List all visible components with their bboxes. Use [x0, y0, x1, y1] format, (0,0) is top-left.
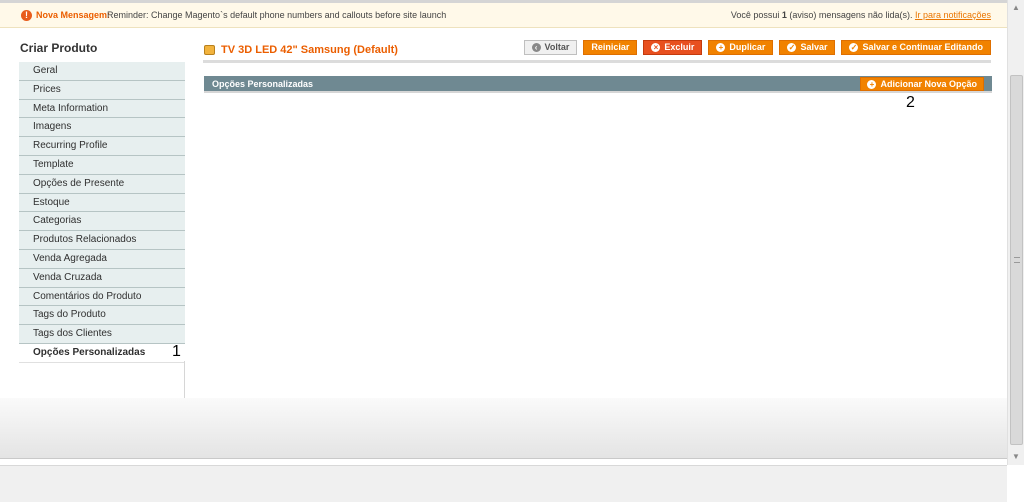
sidebar-item-tags-produto[interactable]: Tags do Produto	[19, 306, 185, 326]
footer-divider	[0, 458, 1007, 465]
sidebar-divider	[184, 361, 185, 399]
sidebar-item-opcoes-personalizadas[interactable]: Opções Personalizadas	[19, 343, 185, 363]
product-tabs-sidebar: Geral Prices Meta Information Imagens Re…	[19, 62, 185, 363]
custom-options-section-header: Opções Personalizadas + Adicionar Nova Op…	[204, 76, 992, 93]
header-divider	[203, 60, 991, 63]
sidebar-item-prices[interactable]: Prices	[19, 80, 185, 100]
save-button[interactable]: ✓ Salvar	[779, 40, 836, 55]
back-arrow-icon: ‹	[531, 43, 541, 52]
sidebar-item-recurring-profile[interactable]: Recurring Profile	[19, 137, 185, 156]
delete-button[interactable]: × Excluir	[643, 40, 703, 55]
annotation-marker-2: 2	[906, 94, 915, 111]
sidebar-item-categorias[interactable]: Categorias	[19, 212, 185, 232]
bottom-frame	[0, 465, 1007, 502]
alert-icon: !	[21, 10, 32, 21]
sidebar-item-comentarios[interactable]: Comentários do Produto	[19, 287, 185, 307]
delete-icon: ×	[651, 43, 661, 52]
save-button-label: Salvar	[800, 42, 828, 52]
sidebar-item-estoque[interactable]: Estoque	[19, 193, 185, 213]
notifications-link[interactable]: Ir para notificações	[915, 10, 991, 20]
sidebar-item-venda-agregada[interactable]: Venda Agregada	[19, 249, 185, 269]
vertical-scrollbar[interactable]: ▲ ▼	[1007, 0, 1024, 465]
reset-button-label: Reiniciar	[591, 42, 630, 52]
plus-icon: +	[867, 79, 877, 89]
sidebar-item-template[interactable]: Template	[19, 155, 185, 175]
duplicate-button-label: Duplicar	[729, 42, 766, 52]
check-icon: ✓	[787, 43, 797, 52]
section-title: Opções Personalizadas	[212, 79, 314, 89]
sidebar-item-venda-cruzada[interactable]: Venda Cruzada	[19, 268, 185, 288]
sidebar-item-geral[interactable]: Geral	[19, 62, 185, 81]
plus-icon: +	[716, 43, 726, 52]
notice-summary-suffix: (aviso) mensagens não lida(s).	[786, 10, 915, 20]
sidebar-item-opcoes-presente[interactable]: Opções de Presente	[19, 174, 185, 194]
check-icon: ✓	[849, 43, 859, 52]
sidebar-item-imagens[interactable]: Imagens	[19, 118, 185, 138]
notice-summary: Você possui 1 (aviso) mensagens não lida…	[731, 10, 991, 20]
notice-message: Reminder: Change Magento`s default phone…	[107, 10, 447, 20]
reset-button[interactable]: Reiniciar	[583, 40, 638, 55]
sidebar-title: Criar Produto	[20, 41, 98, 55]
annotation-marker-1: 1	[172, 343, 181, 360]
sidebar-item-produtos-relacionados[interactable]: Produtos Relacionados	[19, 231, 185, 250]
action-toolbar: ‹ Voltar Reiniciar × Excluir + Duplicar ✓ Sa…	[523, 40, 991, 55]
add-new-option-button[interactable]: + Adicionar Nova Opção	[860, 77, 984, 91]
page-footer	[0, 398, 1007, 458]
save-continue-button[interactable]: ✓ Salvar e Continuar Editando	[841, 40, 991, 55]
page-title: TV 3D LED 42" Samsung (Default)	[221, 44, 398, 56]
scroll-down-arrow-icon[interactable]: ▼	[1008, 449, 1024, 465]
save-continue-button-label: Salvar e Continuar Editando	[862, 42, 983, 52]
duplicate-button[interactable]: + Duplicar	[708, 40, 774, 55]
sidebar-item-tags-clientes[interactable]: Tags dos Clientes	[19, 325, 185, 344]
notification-bar: ! Nova Mensagem: Reminder: Change Magent…	[0, 0, 1007, 28]
back-button-label: Voltar	[544, 42, 570, 52]
scroll-up-arrow-icon[interactable]: ▲	[1008, 0, 1024, 16]
notice-title: Nova Mensagem:	[36, 10, 111, 20]
add-new-option-label: Adicionar Nova Opção	[880, 79, 977, 89]
delete-button-label: Excluir	[664, 42, 695, 52]
scrollbar-thumb[interactable]	[1010, 75, 1023, 445]
notice-summary-prefix: Você possui	[730, 10, 782, 20]
sidebar-item-meta-information[interactable]: Meta Information	[19, 99, 185, 119]
grip-icon	[1014, 257, 1020, 263]
back-button[interactable]: ‹ Voltar	[523, 40, 578, 55]
product-box-icon	[204, 45, 215, 55]
